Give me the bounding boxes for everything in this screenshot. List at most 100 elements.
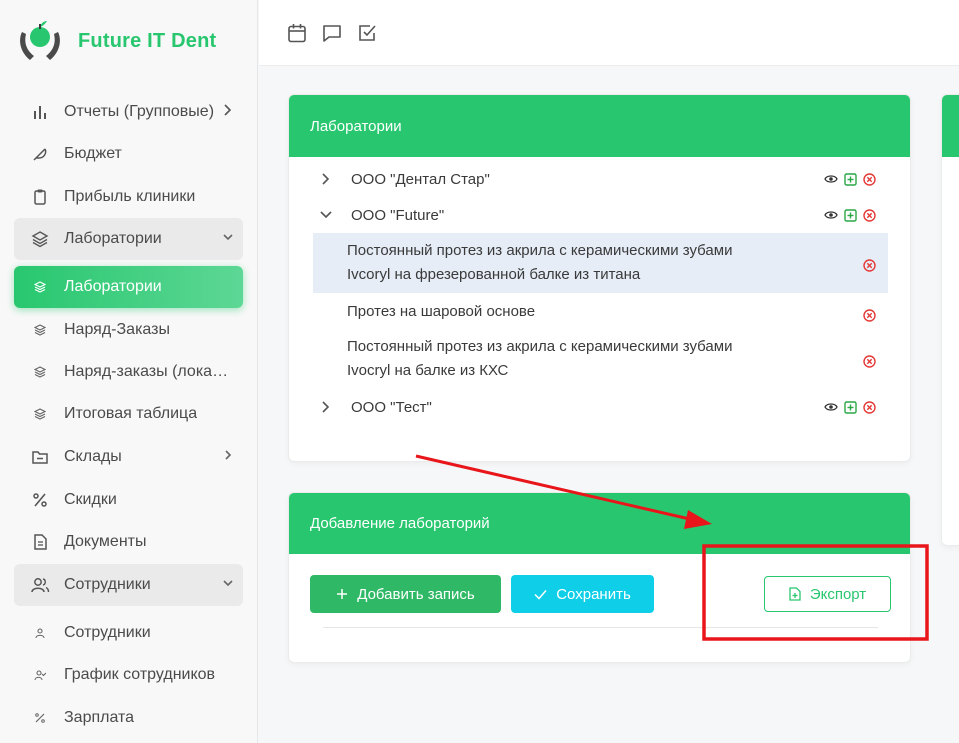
chevron-down-icon: [221, 230, 235, 249]
chevron-right-icon: [223, 103, 233, 122]
add-laboratories-card: Добавление лабораторий Добавить запись С…: [288, 492, 911, 663]
add-record-label: Добавить запись: [357, 585, 475, 603]
layers-small-icon: [22, 324, 58, 336]
eye-icon[interactable]: [824, 208, 838, 222]
layers-small-icon: [22, 408, 58, 420]
sidebar-item-label: Наряд-Заказы: [64, 321, 170, 338]
sidebar-item-label: Итоговая таблица: [64, 405, 198, 422]
export-label: Экспорт: [809, 585, 867, 603]
apple-hands-logo-icon: [20, 21, 60, 60]
file-text-icon: [22, 533, 58, 551]
user-check-small-icon: [22, 669, 58, 681]
row-actions: [824, 172, 876, 186]
sidebar-item-label: Прибыль клиники: [64, 188, 196, 205]
calendar-icon[interactable]: [286, 22, 308, 44]
delete-circle-icon[interactable]: [863, 306, 876, 330]
percent-small-icon: [22, 712, 58, 724]
sidebar-group-laboratories[interactable]: Лаборатории: [14, 218, 243, 260]
sidebar-item-clinic-profit[interactable]: Прибыль клиники: [14, 176, 243, 218]
sidebar-item-budget[interactable]: Бюджет: [14, 133, 243, 175]
folder-icon: [22, 448, 58, 466]
message-square-icon[interactable]: [321, 22, 343, 44]
prosthesis-name: Протез на шаровой основе: [347, 303, 536, 320]
chevron-down-icon: [221, 576, 235, 595]
chevron-right-icon[interactable]: [313, 400, 339, 414]
card-header: Добавление лабораторий: [289, 493, 910, 554]
sidebar-item-reports-group[interactable]: Отчеты (Групповые): [14, 91, 243, 133]
sidebar-item-employee-schedule[interactable]: График сотрудников: [14, 654, 243, 696]
bar-chart-icon: [22, 103, 58, 121]
sidebar-item-label: Зарплата: [64, 709, 135, 726]
sidebar-item-label: Лаборатории: [64, 278, 162, 295]
tree-row-lab[interactable]: ООО "Future": [313, 198, 888, 232]
sidebar-item-work-orders[interactable]: Наряд-Заказы: [14, 309, 243, 351]
list-item-prosthesis[interactable]: Постоянный протез из акрила с керамическ…: [313, 233, 888, 293]
delete-circle-icon[interactable]: [862, 400, 876, 414]
sidebar-item-warehouses[interactable]: Склады: [14, 436, 243, 478]
card-header: [942, 95, 959, 157]
delete-circle-icon[interactable]: [863, 256, 876, 280]
check-square-icon[interactable]: [356, 22, 378, 44]
prosthesis-name-line1: Постоянный протез из акрила с керамическ…: [347, 242, 733, 259]
plus-square-icon[interactable]: [843, 400, 857, 414]
row-actions: [824, 400, 876, 414]
sidebar: Future IT Dent Отчеты (Групповые) Бюджет…: [0, 0, 258, 743]
list-item-prosthesis[interactable]: Постоянный протез из акрила с керамическ…: [313, 333, 888, 385]
brand[interactable]: Future IT Dent: [16, 18, 216, 64]
side-card-partial: [941, 94, 959, 546]
user-small-icon: [22, 627, 58, 639]
eye-icon[interactable]: [824, 400, 838, 414]
users-icon: [22, 576, 58, 594]
sidebar-item-label: Скидки: [64, 491, 117, 508]
plus-square-icon[interactable]: [843, 172, 857, 186]
export-button[interactable]: Экспорт: [764, 576, 891, 612]
sidebar-item-label: Склады: [64, 448, 122, 465]
prosthesis-name-line2: Ivcoryl на фрезерованной балке из титана: [347, 266, 641, 283]
topbar: [259, 0, 959, 66]
sidebar-item-documents[interactable]: Документы: [14, 521, 243, 563]
sidebar-item-summary-table[interactable]: Итоговая таблица: [14, 393, 243, 435]
eye-icon[interactable]: [824, 172, 838, 186]
sidebar-group-employees[interactable]: Сотрудники: [14, 564, 243, 606]
sidebar-item-label: Бюджет: [64, 145, 122, 162]
chevron-right-icon: [221, 448, 235, 467]
prosthesis-name: Постоянный протез из акрила с керамическ…: [347, 239, 787, 287]
sidebar-item-salary[interactable]: Зарплата: [14, 697, 243, 739]
lab-name: ООО "Future": [351, 206, 445, 224]
card-header: Лаборатории: [289, 95, 910, 157]
sidebar-item-label: Наряд-заказы (локальные): [64, 363, 234, 380]
sidebar-item-employees[interactable]: Сотрудники: [14, 612, 243, 654]
sidebar-item-discounts[interactable]: Скидки: [14, 479, 243, 521]
prosthesis-name-line2: Ivocryl на балке из КХС: [347, 362, 509, 379]
sidebar-item-label: Сотрудники: [64, 576, 151, 593]
save-label: Сохранить: [556, 585, 631, 603]
layers-small-icon: [22, 366, 58, 378]
brand-name: Future IT Dent: [78, 29, 217, 52]
percent-icon: [22, 491, 58, 509]
list-item-prosthesis[interactable]: Протез на шаровой основе: [313, 298, 888, 326]
sidebar-item-local-work-orders[interactable]: Наряд-заказы (локальные): [14, 351, 243, 393]
chevron-right-icon[interactable]: [313, 172, 339, 186]
sidebar-item-label: Отчеты (Групповые): [64, 103, 215, 120]
plus-icon: [336, 588, 348, 600]
delete-circle-icon[interactable]: [862, 172, 876, 186]
check-icon: [534, 589, 547, 600]
save-button[interactable]: Сохранить: [511, 575, 654, 613]
tree-row-lab[interactable]: ООО "Дентал Стар": [313, 162, 888, 196]
sidebar-item-laboratories[interactable]: Лаборатории: [14, 266, 243, 308]
prosthesis-name: Постоянный протез из акрила с керамическ…: [347, 335, 787, 383]
chevron-down-icon[interactable]: [313, 209, 339, 221]
card-title: Добавление лабораторий: [310, 515, 490, 532]
add-record-button[interactable]: Добавить запись: [310, 575, 501, 613]
plus-square-icon[interactable]: [843, 208, 857, 222]
laboratories-card: Лаборатории ООО "Дентал Стар" ООО "Futur…: [288, 94, 911, 462]
sidebar-item-label: Лаборатории: [64, 230, 162, 247]
delete-circle-icon[interactable]: [862, 208, 876, 222]
feather-icon: [22, 145, 58, 163]
delete-circle-icon[interactable]: [863, 352, 876, 376]
lab-name: ООО "Тест": [351, 398, 432, 416]
sidebar-item-label: График сотрудников: [64, 666, 216, 683]
tree-row-lab[interactable]: ООО "Тест": [313, 390, 888, 424]
layers-icon: [22, 230, 58, 248]
divider: [323, 627, 878, 628]
